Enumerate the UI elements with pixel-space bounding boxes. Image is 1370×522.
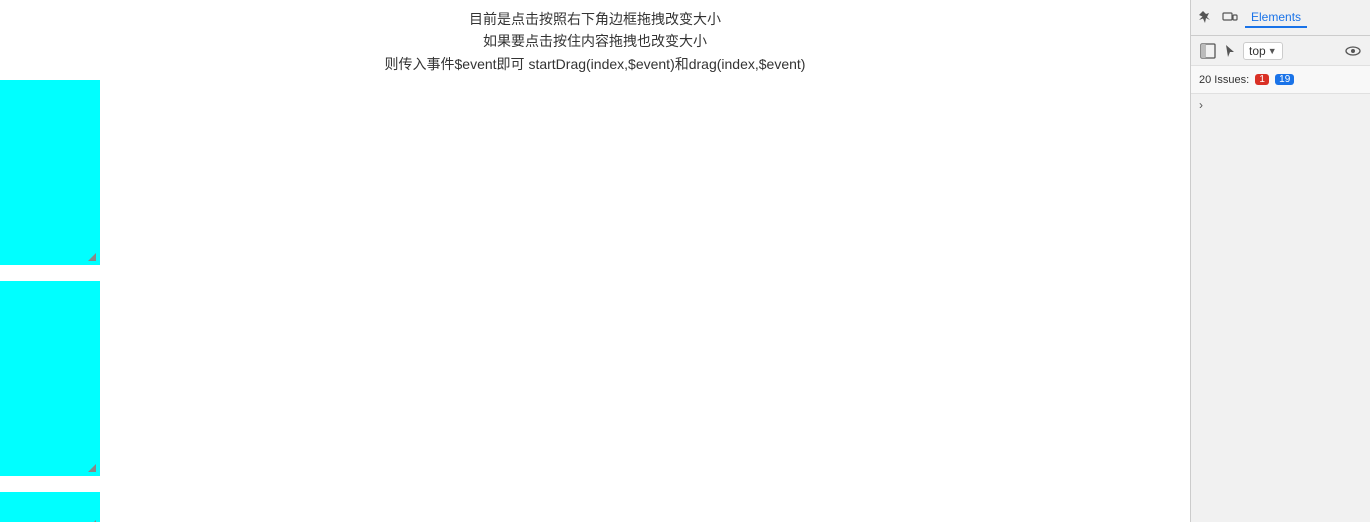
boxes-area (0, 80, 100, 522)
eye-icon[interactable] (1344, 42, 1362, 60)
instruction-line3: 则传入事件$event即可 startDrag(index,$event)和dr… (0, 53, 1190, 75)
inspect-icon[interactable] (1197, 9, 1215, 27)
box-separator-1 (0, 265, 100, 273)
device-toolbar-icon[interactable] (1221, 9, 1239, 27)
context-dropdown[interactable]: top ▼ (1243, 42, 1283, 60)
context-value: top (1249, 44, 1266, 58)
chevron-row: › (1191, 94, 1370, 116)
resizable-box-2[interactable] (0, 273, 100, 476)
issues-red-badge[interactable]: 1 (1255, 74, 1269, 85)
instructions-block: 目前是点击按照右下角边框拖拽改变大小 如果要点击按住内容拖拽也改变大小 则传入事… (0, 0, 1190, 75)
issues-blue-badge[interactable]: 19 (1275, 74, 1294, 85)
tab-elements[interactable]: Elements (1245, 8, 1307, 28)
issues-bar: 20 Issues: 1 19 (1191, 66, 1370, 94)
devtools-panel: Elements top ▼ (1190, 0, 1370, 522)
devtools-tabs: Elements (1245, 8, 1364, 28)
devtools-toolbar: Elements (1191, 0, 1370, 36)
context-selector: top ▼ (1191, 36, 1370, 66)
cyan-box-2[interactable] (0, 281, 100, 476)
red-badge-count: 1 (1255, 74, 1269, 85)
cursor-icon[interactable] (1221, 42, 1239, 60)
blue-badge-count: 19 (1275, 74, 1294, 85)
box-separator-2 (0, 476, 100, 484)
cyan-box-1[interactable] (0, 80, 100, 265)
resizable-box-1[interactable] (0, 80, 100, 265)
chevron-right-icon[interactable]: › (1199, 98, 1203, 112)
resize-handle-1[interactable] (88, 253, 98, 263)
resize-handle-2[interactable] (88, 464, 98, 474)
main-content: 目前是点击按照右下角边框拖拽改变大小 如果要点击按住内容拖拽也改变大小 则传入事… (0, 0, 1190, 522)
panel-toggle-icon[interactable] (1199, 42, 1217, 60)
cyan-box-3[interactable] (0, 492, 100, 522)
instruction-line2: 如果要点击按住内容拖拽也改变大小 (0, 30, 1190, 52)
instruction-line1: 目前是点击按照右下角边框拖拽改变大小 (0, 8, 1190, 30)
resizable-box-3[interactable] (0, 484, 100, 522)
dropdown-arrow-icon: ▼ (1268, 46, 1277, 56)
issues-label: 20 Issues: (1199, 74, 1249, 86)
